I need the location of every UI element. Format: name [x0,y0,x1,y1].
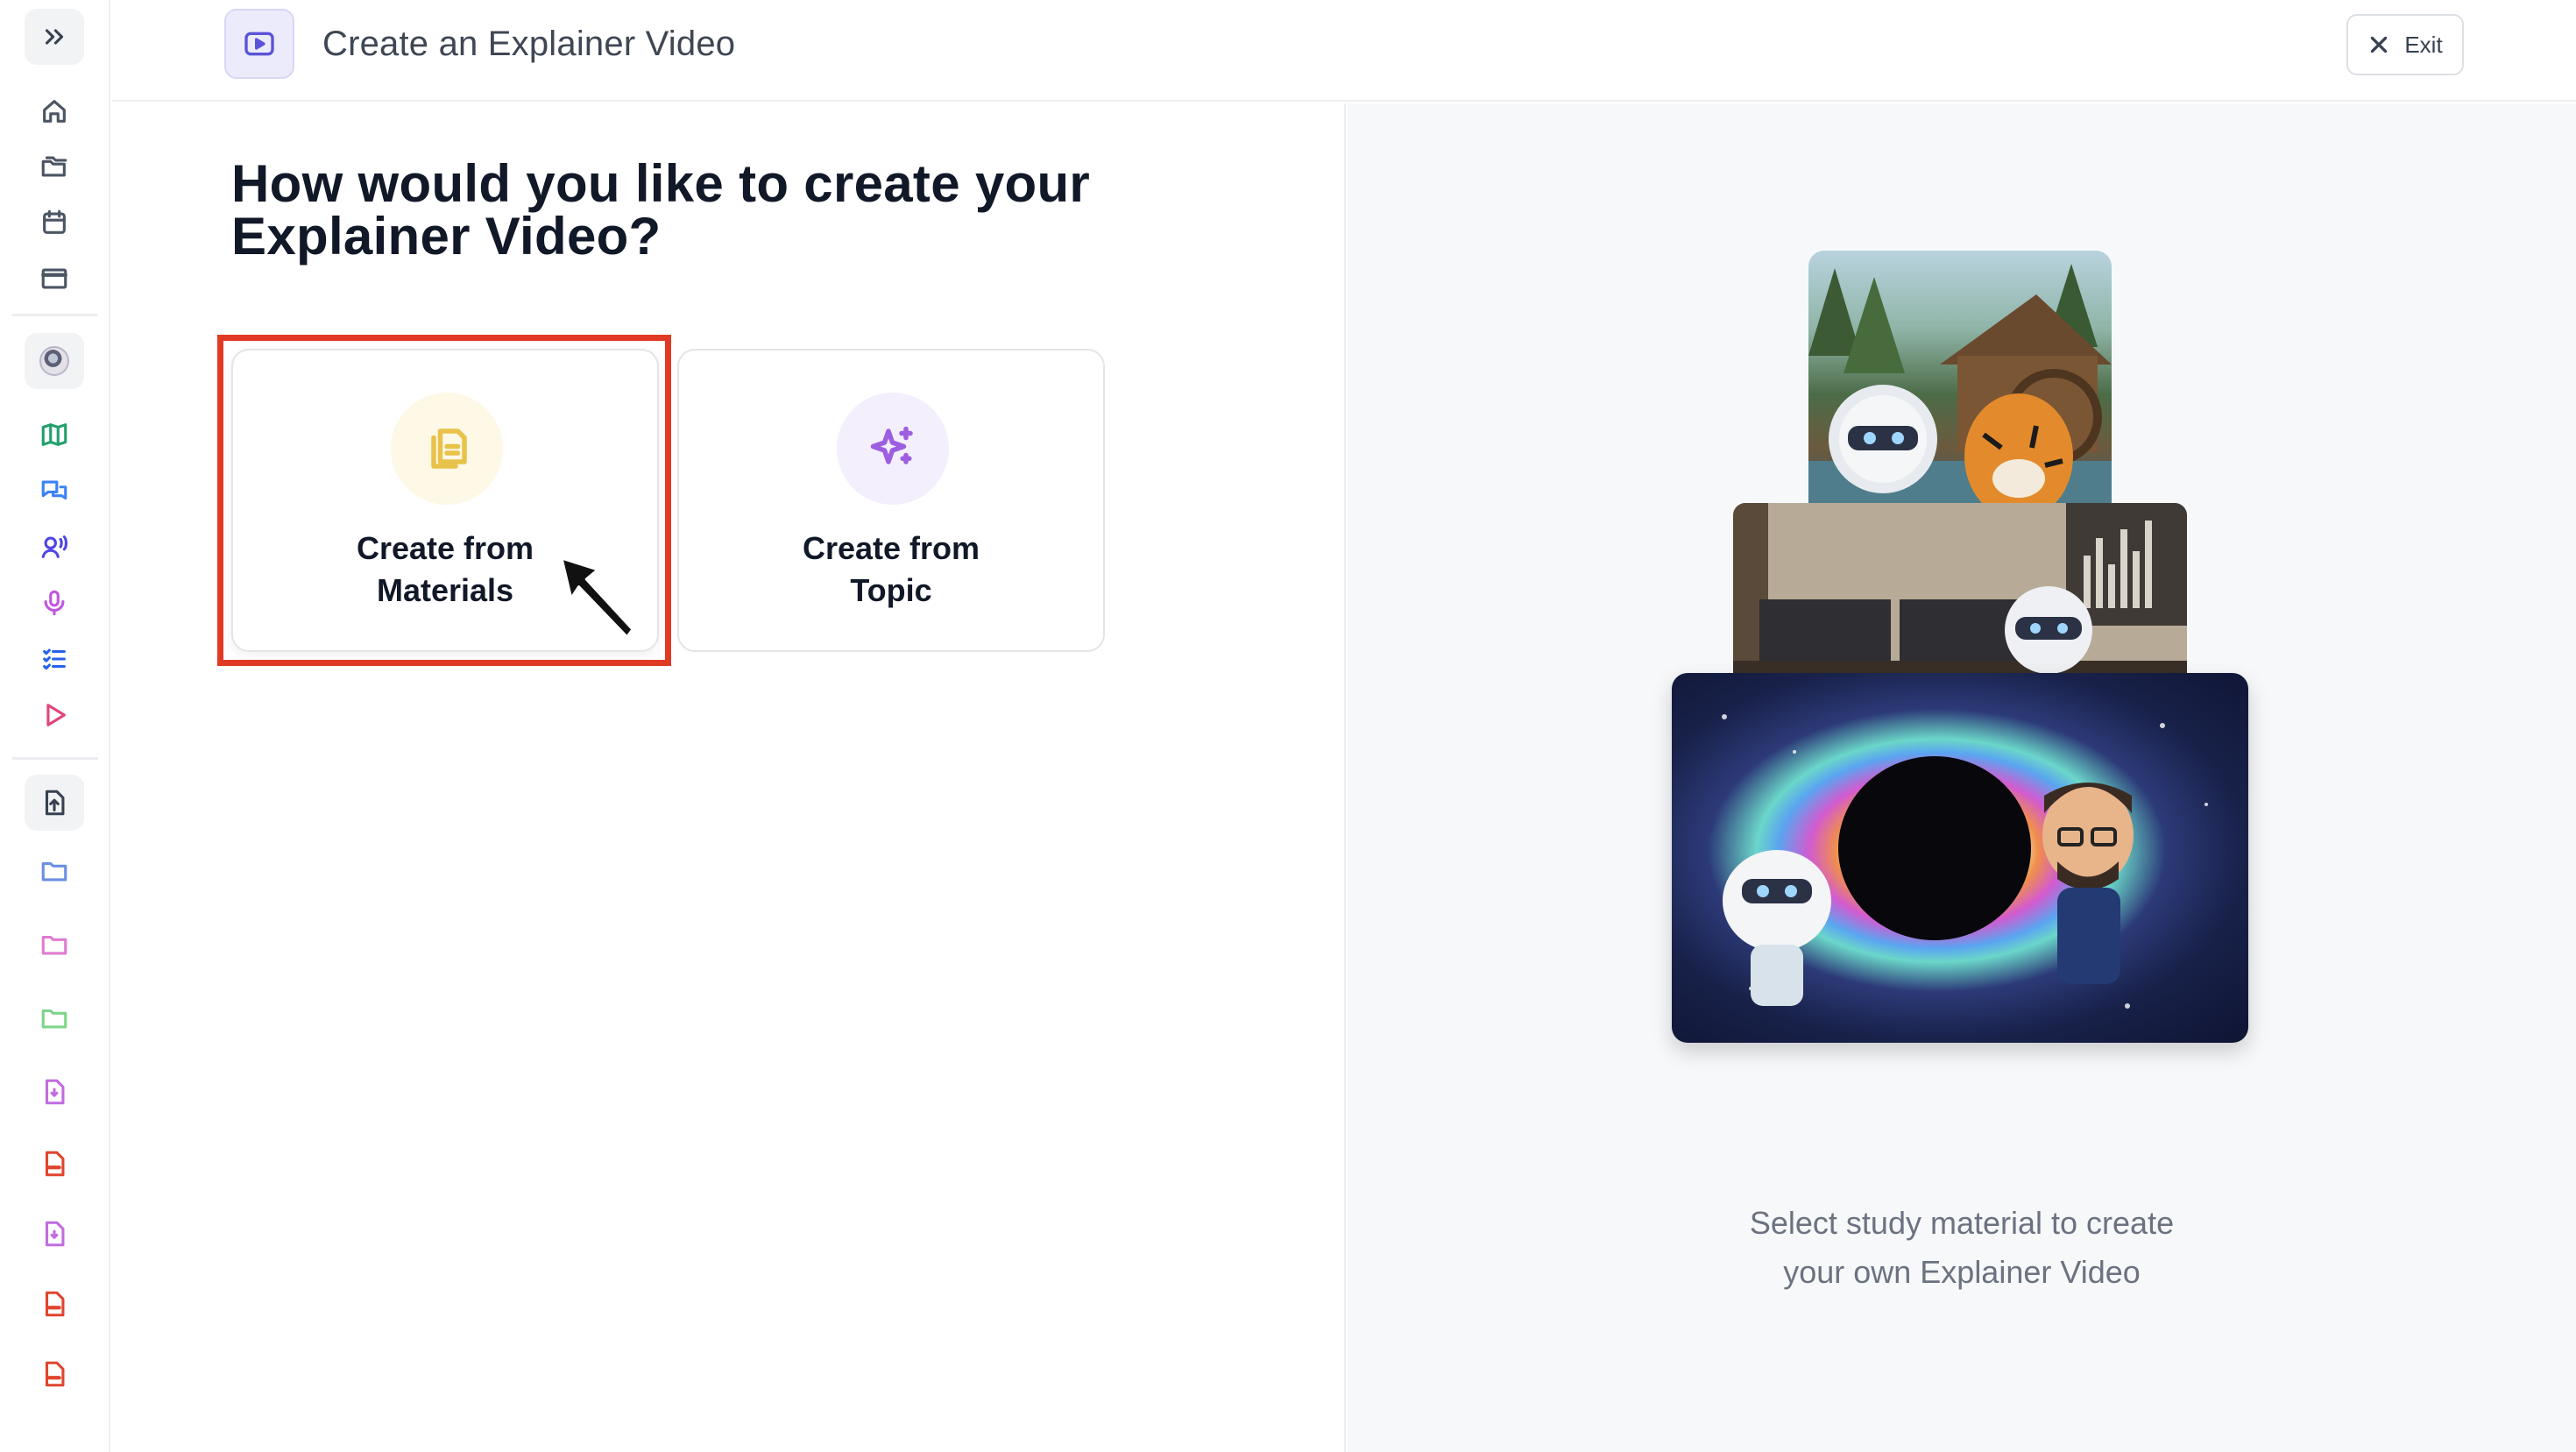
preview-thumbnail-studio [1733,503,2187,687]
chat-bubbles-icon [41,480,67,500]
creation-question-heading: How would you like to create your Explai… [231,154,1091,266]
audio-file-icon [45,1079,65,1105]
sidebar-item-folders[interactable] [25,138,84,195]
preview-pane: Select study material to create your own… [1348,103,2576,1452]
sidebar-item-file[interactable] [25,1276,84,1332]
map-icon [41,423,67,446]
blackhole-scene-image [1722,714,2208,1009]
sidebar-item-folder[interactable] [25,843,84,899]
pdf-file-icon [45,1291,65,1317]
exit-button[interactable]: Exit [2346,14,2464,75]
pdf-file-icon [45,1151,65,1177]
sidebar-item-calendar[interactable] [25,195,84,251]
options-pane: How would you like to create your Explai… [112,103,1346,1452]
window-icon [41,268,67,289]
close-icon [2371,36,2388,53]
preview-thumbnail-blackhole [1672,673,2248,1043]
preview-thumbnail-sawmill [1808,251,2112,514]
create-from-topic-card[interactable]: Create from Topic [677,349,1105,652]
sidebar-item-map[interactable] [25,407,84,463]
sidebar [0,0,110,1452]
pdf-file-icon [45,1361,65,1387]
sidebar-item-voice[interactable] [25,519,84,575]
expand-chevrons-icon [45,29,64,45]
app-window: Create an Explainer Video Exit How would… [0,0,2576,1452]
sidebar-item-file[interactable] [25,1064,84,1120]
top-header: Create an Explainer Video Exit [112,0,2576,102]
voice-user-icon [41,535,68,558]
mouse-cursor-arrow-icon [560,556,634,639]
folder-icon [41,1009,67,1029]
sidebar-divider [12,757,98,760]
folder-icon [41,935,67,955]
play-icon [46,704,66,726]
audio-file-icon [45,1221,65,1247]
exit-label: Exit [2404,31,2443,58]
microphone-icon [44,590,65,616]
sidebar-item-checklist[interactable] [25,631,84,687]
topic-icon-badge [837,393,949,505]
sidebar-item-chat[interactable] [25,463,84,519]
sidebar-item-file[interactable] [25,1346,84,1402]
topic-card-label: Create from Topic [802,530,980,608]
checklist-icon [43,648,66,670]
folders-icon [41,156,67,177]
expand-sidebar-button[interactable] [25,9,84,65]
sidebar-item-file[interactable] [25,1206,84,1262]
studio-scene-image [1733,503,2187,687]
sidebar-item-avatar[interactable] [25,333,84,389]
calendar-icon [43,209,66,234]
sidebar-item-play[interactable] [25,687,84,743]
sidebar-item-home[interactable] [25,83,84,139]
sidebar-divider [12,314,98,316]
home-icon [43,100,66,123]
avatar-icon [39,346,69,376]
sidebar-item-file[interactable] [25,1136,84,1192]
sidebar-item-window[interactable] [25,251,84,307]
sparkles-icon [870,426,913,464]
video-badge [224,9,294,79]
sawmill-scene-image [1808,264,2112,514]
preview-caption: Select study material to create your own… [1749,1205,2175,1290]
folder-icon [41,861,67,882]
video-play-icon [244,32,274,56]
upload-file-icon [45,790,65,816]
sidebar-item-upload[interactable] [25,775,84,831]
sidebar-item-folder[interactable] [25,917,84,973]
sidebar-item-folder[interactable] [25,990,84,1046]
page-title: Create an Explainer Video [322,25,736,63]
sidebar-item-microphone[interactable] [25,575,84,631]
